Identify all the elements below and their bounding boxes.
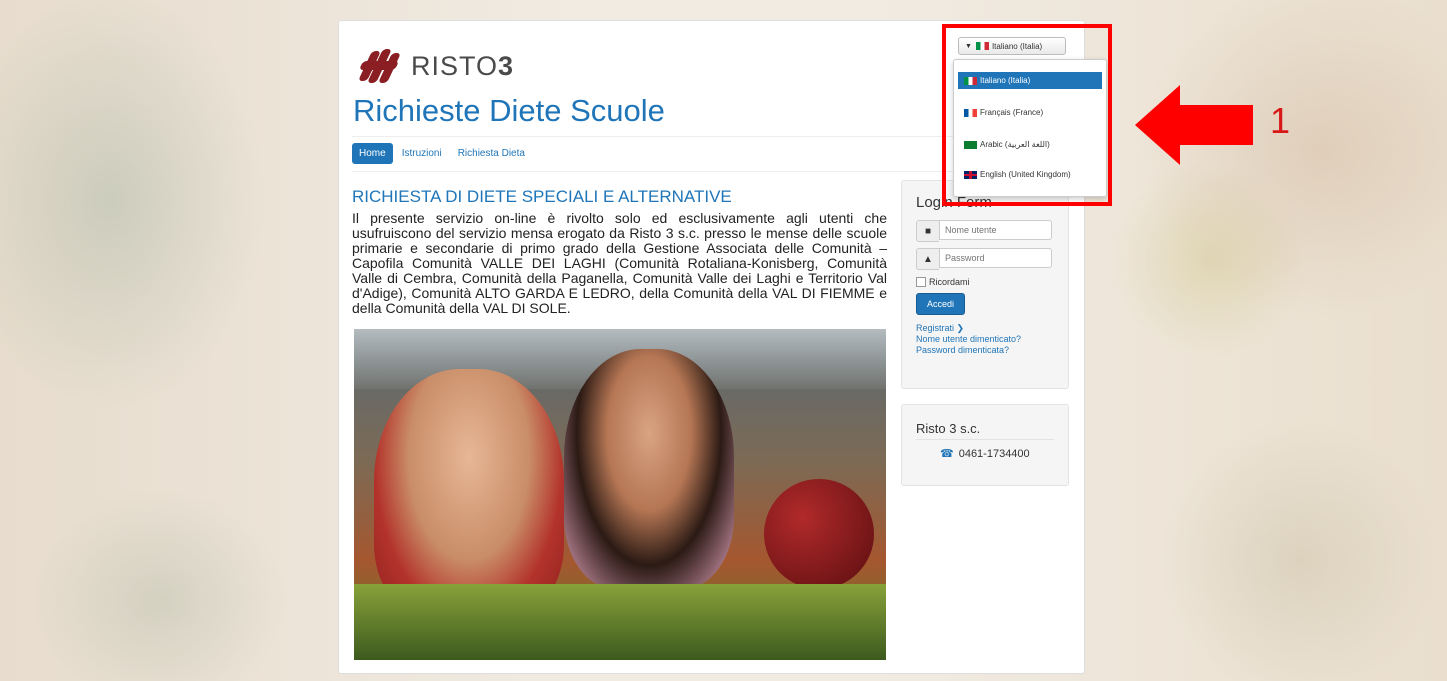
login-form: Login Form ■ ▲ Ricordami Accedi Registra… <box>901 180 1069 389</box>
logo-text: RISTO3 <box>411 50 515 81</box>
remember-checkbox[interactable] <box>916 277 926 287</box>
contact-title: Risto 3 s.c. <box>916 421 981 436</box>
main-nav: Home Istruzioni Richiesta Dieta <box>352 143 534 164</box>
nav-richiesta-dieta[interactable]: Richiesta Dieta <box>451 143 532 164</box>
divider <box>916 439 1054 440</box>
remember-me[interactable]: Ricordami <box>916 277 970 287</box>
phone-icon: ☎ <box>940 448 954 460</box>
register-link[interactable]: Registrati ❯ <box>916 323 1021 334</box>
chevron-right-icon: ❯ <box>956 323 965 333</box>
username-group: ■ <box>916 220 1052 242</box>
article-body: Il presente servizio on-line è rivolto s… <box>352 210 887 316</box>
article-photo <box>354 329 886 660</box>
nav-istruzioni[interactable]: Istruzioni <box>395 143 449 164</box>
forgot-password-link[interactable]: Password dimenticata? <box>916 345 1021 356</box>
annotation-arrow-icon <box>1135 85 1253 165</box>
user-icon: ■ <box>916 220 939 242</box>
password-group: ▲ <box>916 248 1052 270</box>
login-button[interactable]: Accedi <box>916 293 966 315</box>
password-input[interactable] <box>939 248 1052 268</box>
site-title: Richieste Diete Scuole <box>353 93 665 128</box>
username-input[interactable] <box>939 220 1052 240</box>
site-logo[interactable]: RISTO3 <box>355 47 514 85</box>
annotation-number: 1 <box>1270 100 1291 141</box>
contact-box: Risto 3 s.c. ☎ 0461-1734400 <box>901 404 1069 486</box>
forgot-username-link[interactable]: Nome utente dimenticato? <box>916 334 1021 345</box>
logo-mark-icon <box>355 47 405 85</box>
remember-label: Ricordami <box>929 277 970 287</box>
login-links: Registrati ❯ Nome utente dimenticato? Pa… <box>916 323 1021 356</box>
nav-home[interactable]: Home <box>352 143 393 164</box>
lock-icon: ▲ <box>916 248 939 270</box>
article-title: RICHIESTA DI DIETE SPECIALI E ALTERNATIV… <box>352 187 732 206</box>
contact-phone: ☎ 0461-1734400 <box>940 448 1030 460</box>
annotation-highlight-box <box>942 24 1112 206</box>
